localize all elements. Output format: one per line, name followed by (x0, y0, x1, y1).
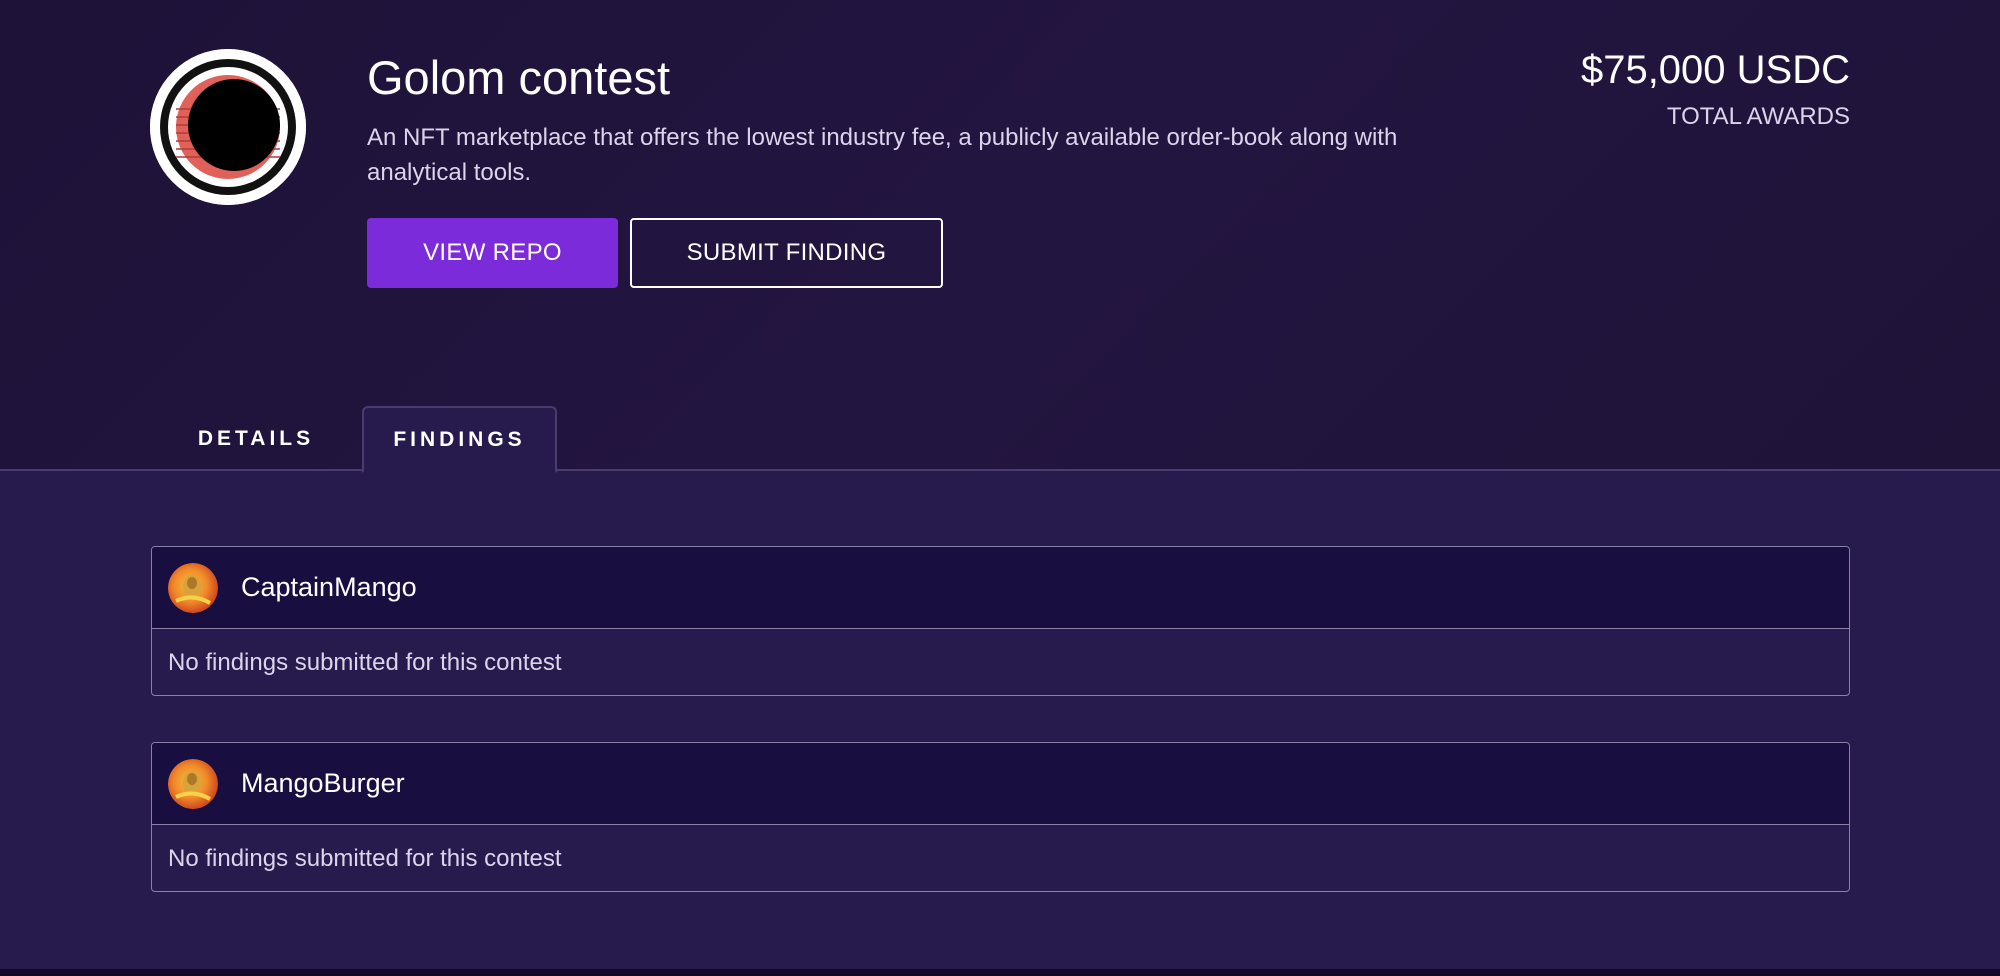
contest-hero: Golom contest An NFT marketplace that of… (0, 0, 2000, 473)
prize-pool: $75,000 USDC TOTAL AWARDS (1581, 48, 1850, 131)
finding-card: MangoBurger No findings submitted for th… (151, 742, 1850, 892)
finding-card-header: MangoBurger (152, 743, 1849, 825)
page-bottom-edge (0, 969, 2000, 976)
finding-status: No findings submitted for this contest (168, 648, 562, 676)
findings-panel: CaptainMango No findings submitted for t… (0, 471, 2000, 969)
submit-finding-button[interactable]: SUBMIT FINDING (630, 218, 943, 288)
golom-logo-icon (150, 49, 306, 205)
contest-description: An NFT marketplace that offers the lowes… (367, 124, 1398, 186)
tab-findings[interactable]: FINDINGS (362, 406, 557, 473)
finding-card: CaptainMango No findings submitted for t… (151, 546, 1850, 696)
avatar (168, 562, 218, 613)
view-repo-button[interactable]: VIEW REPO (367, 218, 618, 288)
finding-card-header: CaptainMango (152, 547, 1849, 629)
tab-details[interactable]: DETAILS (176, 406, 336, 472)
warden-handle: MangoBurger (241, 768, 405, 798)
prize-label: TOTAL AWARDS (1666, 103, 1850, 130)
avatar (168, 758, 218, 809)
contest-title: Golom contest (367, 51, 671, 104)
warden-handle: CaptainMango (241, 572, 417, 602)
prize-amount: $75,000 USDC (1580, 48, 1850, 92)
finding-status: No findings submitted for this contest (168, 844, 562, 872)
